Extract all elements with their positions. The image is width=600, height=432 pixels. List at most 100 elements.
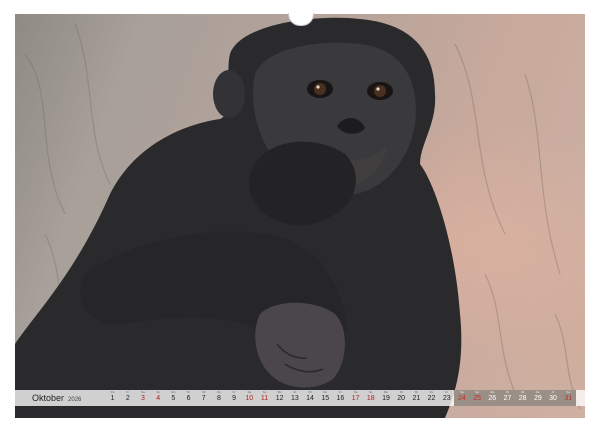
day-weekday: Do xyxy=(216,390,221,394)
day-cell: Sa 17 xyxy=(348,390,363,406)
day-cell: Fr 23 xyxy=(439,390,454,406)
day-number: 21 xyxy=(412,395,421,402)
day-weekday: Fr xyxy=(232,390,236,394)
day-row: Do 1 Fr 2 Sa 3 So 4 Mo 5 Di 6 Mi 7 Do 8 Fr 9 Sa 10 So 11 Mo 12 D… xyxy=(105,390,576,406)
day-cell: Di 6 xyxy=(181,390,196,406)
day-number: 29 xyxy=(533,395,542,402)
day-weekday: So xyxy=(475,390,479,394)
day-number: 11 xyxy=(260,395,269,402)
day-weekday: Do xyxy=(323,390,328,394)
day-number: 30 xyxy=(549,395,557,402)
day-number: 14 xyxy=(306,395,314,402)
day-cell: Do 1 xyxy=(105,390,120,406)
calendar-photo xyxy=(15,14,585,418)
day-weekday: Mi xyxy=(521,390,525,394)
day-cell: Mo 19 xyxy=(378,390,393,406)
day-number: 10 xyxy=(245,395,254,402)
day-weekday: Mo xyxy=(490,390,495,394)
day-number: 4 xyxy=(156,395,161,402)
month-name: Oktober xyxy=(32,393,65,403)
day-number: 5 xyxy=(171,395,176,402)
day-weekday: Fr xyxy=(126,390,130,394)
day-weekday: Sa xyxy=(460,390,464,394)
day-cell: Sa 31 xyxy=(560,390,576,406)
day-number: 8 xyxy=(216,395,221,402)
day-weekday: Do xyxy=(110,390,115,394)
bonobo-illustration xyxy=(15,17,581,418)
day-weekday: Mo xyxy=(171,390,176,394)
day-number: 23 xyxy=(442,395,451,402)
day-weekday: Di xyxy=(399,390,403,394)
day-cell: Mi 7 xyxy=(196,390,211,406)
day-cell: So 11 xyxy=(257,390,272,406)
day-number: 22 xyxy=(427,395,436,402)
day-number: 6 xyxy=(186,395,191,402)
day-cell: Mi 21 xyxy=(409,390,424,406)
day-number: 3 xyxy=(141,395,145,402)
day-number: 12 xyxy=(275,395,284,402)
day-cell: Do 29 xyxy=(530,390,546,406)
day-cell: Mi 28 xyxy=(515,390,531,406)
day-number: 16 xyxy=(336,395,345,402)
day-number: 20 xyxy=(397,395,406,402)
day-weekday: Fr xyxy=(551,390,555,394)
year-label: 2026 xyxy=(68,397,82,403)
day-weekday: So xyxy=(368,390,373,394)
day-cell: Mo 5 xyxy=(166,390,181,406)
day-number: 9 xyxy=(232,395,237,402)
day-weekday: Mi xyxy=(414,390,418,394)
day-number: 24 xyxy=(458,395,466,402)
day-weekday: Sa xyxy=(247,390,252,394)
day-cell: Do 15 xyxy=(318,390,333,406)
day-weekday: Sa xyxy=(566,390,571,394)
day-number: 17 xyxy=(351,395,360,402)
day-weekday: So xyxy=(262,390,267,394)
day-cell: Di 13 xyxy=(287,390,302,406)
day-cell: Sa 10 xyxy=(242,390,257,406)
day-number: 27 xyxy=(503,395,512,402)
day-weekday: Di xyxy=(506,390,509,394)
day-cell: Mo 12 xyxy=(272,390,287,406)
day-weekday: Do xyxy=(429,390,434,394)
day-number: 7 xyxy=(201,395,206,402)
day-number: 18 xyxy=(366,395,375,402)
day-cell: Di 27 xyxy=(499,390,516,406)
day-weekday: Sa xyxy=(141,390,145,394)
day-cell: So 4 xyxy=(151,390,166,406)
day-number: 13 xyxy=(290,395,299,402)
day-weekday: So xyxy=(156,390,160,394)
day-number: 1 xyxy=(110,395,115,402)
day-weekday: Do xyxy=(535,390,540,394)
day-weekday: Mi xyxy=(308,390,312,394)
day-weekday: Di xyxy=(187,390,190,394)
bonobo-ear xyxy=(213,70,245,118)
day-number: 19 xyxy=(382,395,390,402)
day-cell: Mi 14 xyxy=(302,390,317,406)
day-weekday: Mi xyxy=(202,390,206,394)
day-number: 15 xyxy=(321,395,330,402)
day-cell: Di 20 xyxy=(394,390,409,406)
day-number: 28 xyxy=(518,395,527,402)
day-weekday: Fr xyxy=(338,390,342,394)
day-cell: Mo 26 xyxy=(484,390,500,406)
day-cell: Do 22 xyxy=(424,390,439,406)
day-number: 26 xyxy=(488,395,497,402)
day-number: 31 xyxy=(564,395,573,402)
day-weekday: Di xyxy=(293,390,297,394)
day-cell: Fr 9 xyxy=(227,390,242,406)
day-weekday: Sa xyxy=(353,390,358,394)
day-weekday: Mo xyxy=(277,390,282,394)
day-number: 25 xyxy=(473,395,481,402)
day-cell: Fr 16 xyxy=(333,390,348,406)
day-weekday: Mo xyxy=(383,390,389,394)
day-cell: Fr 2 xyxy=(120,390,135,406)
day-weekday: Fr xyxy=(445,390,449,394)
month-label: Oktober 2026 xyxy=(32,393,81,403)
day-cell: So 18 xyxy=(363,390,378,406)
day-cell: So 25 xyxy=(469,390,485,406)
day-cell: Sa 24 xyxy=(454,390,470,406)
day-cell: Sa 3 xyxy=(135,390,150,406)
day-number: 2 xyxy=(125,395,130,402)
day-cell: Do 8 xyxy=(211,390,226,406)
day-cell: Fr 30 xyxy=(545,390,561,406)
